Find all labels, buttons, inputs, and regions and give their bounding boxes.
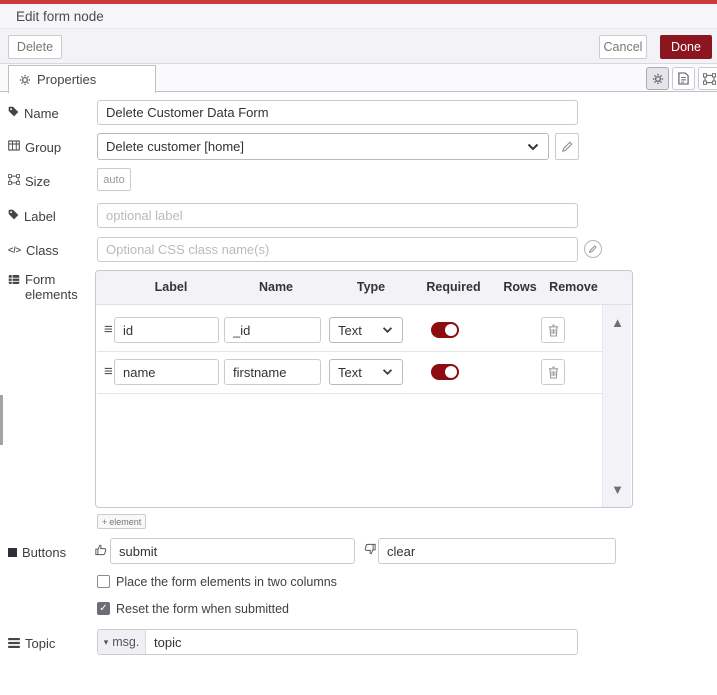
- label-field-label: Label: [8, 209, 56, 224]
- bars-icon: [8, 638, 20, 648]
- done-button[interactable]: Done: [660, 35, 712, 59]
- scroll-down-icon[interactable]: ▼: [603, 482, 632, 497]
- topic-value[interactable]: topic: [146, 630, 181, 654]
- class-field-label: </> Class: [8, 243, 59, 258]
- trash-icon: [548, 366, 559, 379]
- column-header-label: Label: [154, 280, 188, 294]
- tab-properties[interactable]: Properties: [8, 65, 156, 93]
- element-name-input[interactable]: [224, 317, 321, 343]
- code-icon: </>: [8, 245, 22, 255]
- thumbs-up-icon: [95, 543, 107, 556]
- group-field-label: Group: [8, 140, 61, 155]
- node-settings-button[interactable]: [646, 67, 669, 90]
- gear-icon: [652, 73, 664, 85]
- tag-icon: [8, 209, 19, 220]
- edit-form-node-dialog: Edit form node Delete Cancel Done Proper…: [0, 0, 717, 695]
- topic-type-label: msg.: [112, 635, 140, 649]
- add-element-button[interactable]: + element: [97, 514, 147, 529]
- chevron-down-icon: [382, 327, 393, 334]
- element-label-input[interactable]: [114, 317, 219, 343]
- dialog-scrollbar[interactable]: [0, 395, 3, 445]
- group-select[interactable]: Delete customer [home]: [97, 133, 549, 160]
- reset-form-checkbox-label: Reset the form when submitted: [116, 602, 289, 616]
- drag-handle-icon[interactable]: ≡: [104, 363, 113, 380]
- size-button[interactable]: auto: [97, 168, 131, 191]
- tag-icon: [8, 106, 19, 117]
- topic-type-button[interactable]: ▾ msg.: [98, 630, 146, 654]
- table-scrollbar[interactable]: ▲ ▼: [602, 305, 631, 507]
- topic-field-label: Topic: [8, 636, 55, 651]
- submit-button-text-input[interactable]: [110, 538, 355, 564]
- column-header-rows: Rows: [503, 280, 537, 294]
- document-icon: [678, 72, 689, 85]
- element-type-select[interactable]: Text: [329, 359, 403, 385]
- size-field-label: Size: [8, 174, 50, 189]
- name-field-label: Name: [8, 106, 59, 121]
- name-input[interactable]: [97, 100, 578, 125]
- clear-button-text-input[interactable]: [378, 538, 616, 564]
- class-input[interactable]: [97, 237, 578, 262]
- pencil-icon: [589, 245, 597, 253]
- square-icon: [8, 548, 17, 557]
- class-style-button[interactable]: [584, 240, 602, 258]
- node-description-button[interactable]: [672, 67, 695, 90]
- gear-icon: [19, 74, 31, 86]
- two-columns-checkbox[interactable]: ✓: [97, 575, 110, 588]
- chevron-down-icon: [382, 369, 393, 376]
- label-input[interactable]: [97, 203, 578, 228]
- group-select-value: Delete customer [home]: [106, 139, 245, 154]
- object-group-icon: [8, 174, 20, 185]
- element-type-select[interactable]: Text: [329, 317, 403, 343]
- form-elements-table: Label Name Type Required Rows Remove ≡ T…: [95, 270, 633, 508]
- remove-element-button[interactable]: [541, 359, 565, 385]
- caret-down-icon: ▾: [103, 636, 109, 647]
- scroll-up-icon[interactable]: ▲: [603, 315, 632, 330]
- column-header-required: Required: [426, 280, 481, 294]
- column-header-name: Name: [258, 280, 294, 294]
- check-icon: ✓: [99, 602, 108, 614]
- plus-icon: +: [102, 516, 108, 527]
- column-header-remove: Remove: [549, 280, 598, 294]
- delete-button[interactable]: Delete: [8, 35, 62, 59]
- topic-typed-input[interactable]: ▾ msg. topic: [97, 629, 578, 655]
- buttons-field-label: Buttons: [8, 545, 66, 560]
- thumbs-down-icon: [364, 543, 376, 556]
- object-group-icon: [703, 72, 716, 85]
- edit-group-button[interactable]: [555, 133, 579, 160]
- row-divider: [97, 351, 603, 352]
- tab-properties-label: Properties: [37, 72, 97, 87]
- chevron-down-icon: [527, 143, 539, 151]
- two-columns-checkbox-label: Place the form elements in two columns: [116, 575, 337, 589]
- pencil-icon: [561, 141, 573, 152]
- reset-form-checkbox[interactable]: ✓: [97, 602, 110, 615]
- form-elements-label: Form elements: [8, 272, 80, 302]
- trash-icon: [548, 324, 559, 337]
- column-header-type: Type: [356, 280, 386, 294]
- required-toggle[interactable]: [431, 364, 459, 380]
- table-icon: [8, 140, 20, 151]
- table-header: Label Name Type Required Rows Remove: [96, 271, 632, 305]
- drag-handle-icon[interactable]: ≡: [104, 321, 113, 338]
- element-label-input[interactable]: [114, 359, 219, 385]
- dialog-title-bar: [0, 4, 717, 29]
- cancel-button[interactable]: Cancel: [599, 35, 647, 59]
- row-divider: [97, 393, 603, 394]
- element-name-input[interactable]: [224, 359, 321, 385]
- remove-element-button[interactable]: [541, 317, 565, 343]
- dialog-title: Edit form node: [16, 9, 104, 24]
- required-toggle[interactable]: [431, 322, 459, 338]
- list-icon: [8, 274, 20, 285]
- node-appearance-button[interactable]: [698, 67, 717, 90]
